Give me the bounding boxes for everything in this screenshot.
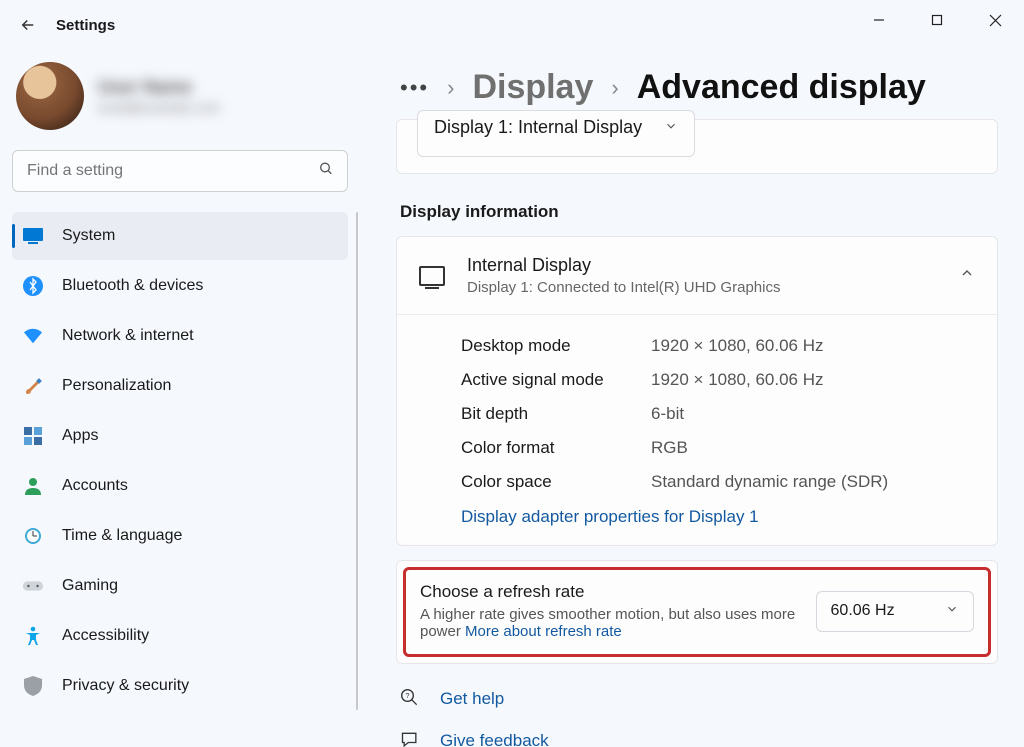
chevron-down-icon xyxy=(945,602,959,621)
kv-row: Active signal mode1920 × 1080, 60.06 Hz xyxy=(461,363,975,397)
profile-block[interactable]: User Name email@example.com xyxy=(12,50,360,148)
arrow-left-icon xyxy=(19,16,37,34)
system-icon xyxy=(22,225,44,247)
kv-row: Color formatRGB xyxy=(461,431,975,465)
kv-row: Bit depth6-bit xyxy=(461,397,975,431)
adapter-properties-link[interactable]: Display adapter properties for Display 1 xyxy=(461,499,759,527)
wifi-icon xyxy=(22,325,44,347)
avatar xyxy=(16,62,84,130)
sidebar-item-apps[interactable]: Apps xyxy=(12,412,348,460)
give-feedback-row[interactable]: Give feedback xyxy=(380,724,1014,747)
kv-row: Color spaceStandard dynamic range (SDR) xyxy=(461,465,975,499)
breadcrumb-current: Advanced display xyxy=(637,68,926,107)
bluetooth-icon xyxy=(22,275,44,297)
display-select[interactable]: Display 1: Internal Display xyxy=(417,110,695,157)
kv-row: Desktop mode1920 × 1080, 60.06 Hz xyxy=(461,329,975,363)
sidebar: User Name email@example.com System Bluet… xyxy=(0,50,360,747)
help-icon: ? xyxy=(400,688,422,710)
refresh-title: Choose a refresh rate xyxy=(420,582,796,602)
sidebar-item-system[interactable]: System xyxy=(12,212,348,260)
sidebar-item-bluetooth[interactable]: Bluetooth & devices xyxy=(12,262,348,310)
search-icon xyxy=(318,161,334,182)
give-feedback-link[interactable]: Give feedback xyxy=(440,731,549,747)
feedback-icon xyxy=(400,730,422,747)
get-help-link[interactable]: Get help xyxy=(440,689,504,709)
sidebar-item-label: Gaming xyxy=(62,577,118,595)
sidebar-item-label: Network & internet xyxy=(62,327,194,345)
back-button[interactable] xyxy=(8,5,48,45)
maximize-button[interactable] xyxy=(908,0,966,40)
window-title: Settings xyxy=(56,17,115,34)
refresh-rate-card: Choose a refresh rate A higher rate give… xyxy=(396,560,998,664)
apps-icon xyxy=(22,425,44,447)
get-help-row[interactable]: ? Get help xyxy=(380,682,1014,716)
chevron-up-icon xyxy=(959,265,975,286)
sidebar-item-label: Time & language xyxy=(62,527,182,545)
sidebar-item-privacy[interactable]: Privacy & security xyxy=(12,662,348,710)
sidebar-item-personalization[interactable]: Personalization xyxy=(12,362,348,410)
accessibility-icon xyxy=(22,625,44,647)
display-info-title: Internal Display xyxy=(467,255,937,276)
close-icon xyxy=(989,14,1002,27)
sidebar-item-label: Accessibility xyxy=(62,627,149,645)
display-select-value: Display 1: Internal Display xyxy=(434,117,642,138)
display-info-card: Internal Display Display 1: Connected to… xyxy=(396,236,998,546)
breadcrumb-overflow[interactable]: ••• xyxy=(400,75,429,101)
nav-list: System Bluetooth & devices Network & int… xyxy=(12,212,360,710)
chevron-down-icon xyxy=(664,117,678,138)
minimize-icon xyxy=(873,14,885,26)
sidebar-item-accessibility[interactable]: Accessibility xyxy=(12,612,348,660)
refresh-learn-more-link[interactable]: More about refresh rate xyxy=(465,623,622,640)
sidebar-item-label: Apps xyxy=(62,427,98,445)
sidebar-item-label: Privacy & security xyxy=(62,677,189,695)
sidebar-item-label: Bluetooth & devices xyxy=(62,277,203,295)
maximize-icon xyxy=(931,14,943,26)
title-bar: Settings xyxy=(0,0,1024,50)
refresh-rate-select[interactable]: 60.06 Hz xyxy=(816,591,974,632)
gamepad-icon xyxy=(22,575,44,597)
sidebar-item-label: System xyxy=(62,227,115,245)
chevron-right-icon: › xyxy=(447,75,454,101)
chevron-right-icon: › xyxy=(611,75,618,101)
display-info-rows: Desktop mode1920 × 1080, 60.06 Hz Active… xyxy=(397,315,997,545)
shield-icon xyxy=(22,675,44,697)
sidebar-item-time-language[interactable]: Time & language xyxy=(12,512,348,560)
close-button[interactable] xyxy=(966,0,1024,40)
main-content: ••• › Display › Advanced display Display… xyxy=(380,50,1014,747)
monitor-icon xyxy=(419,266,445,286)
brush-icon xyxy=(22,375,44,397)
refresh-rate-highlight: Choose a refresh rate A higher rate give… xyxy=(403,567,991,657)
section-header: Display information xyxy=(380,198,1014,236)
person-icon xyxy=(22,475,44,497)
display-info-sub: Display 1: Connected to Intel(R) UHD Gra… xyxy=(467,279,937,296)
search-box[interactable] xyxy=(12,150,348,192)
sidebar-item-accounts[interactable]: Accounts xyxy=(12,462,348,510)
clock-icon xyxy=(22,525,44,547)
sidebar-item-label: Accounts xyxy=(62,477,128,495)
refresh-rate-value: 60.06 Hz xyxy=(831,602,895,620)
display-select-card: Display 1: Internal Display xyxy=(396,119,998,174)
search-input[interactable] xyxy=(12,150,348,192)
refresh-desc: A higher rate gives smoother motion, but… xyxy=(420,606,796,640)
minimize-button[interactable] xyxy=(850,0,908,40)
breadcrumb-display[interactable]: Display xyxy=(472,68,593,107)
user-name: User Name xyxy=(98,77,220,98)
sidebar-item-network[interactable]: Network & internet xyxy=(12,312,348,360)
display-info-header[interactable]: Internal Display Display 1: Connected to… xyxy=(397,237,997,315)
user-email: email@example.com xyxy=(98,100,220,115)
svg-text:?: ? xyxy=(405,691,409,700)
sidebar-item-label: Personalization xyxy=(62,377,171,395)
sidebar-item-gaming[interactable]: Gaming xyxy=(12,562,348,610)
